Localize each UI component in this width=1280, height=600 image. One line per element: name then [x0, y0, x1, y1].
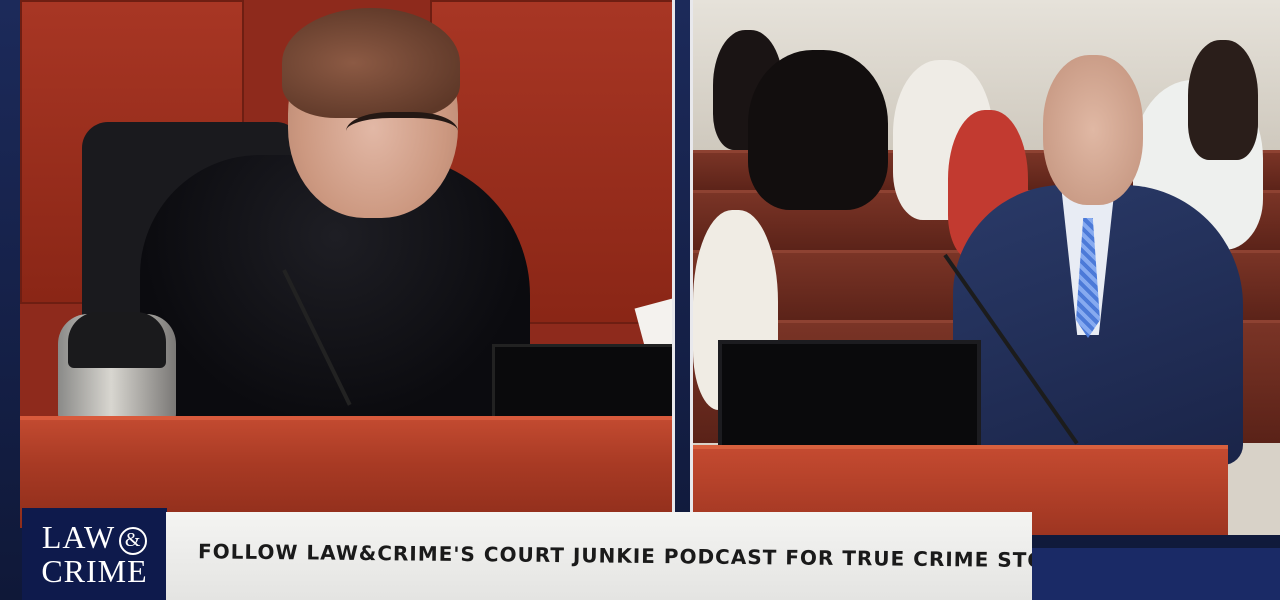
spectator: [748, 50, 888, 210]
ticker-text: FOLLOW LAW&CRIME'S COURT JUNKIE PODCAST …: [197, 539, 1101, 573]
ticker-banner: FOLLOW LAW&CRIME'S COURT JUNKIE PODCAST …: [166, 512, 1100, 600]
logo-word-crime: CRIME: [41, 552, 148, 589]
bench-monitor: [492, 344, 672, 426]
attorney-video-feed: [690, 0, 1280, 535]
logo-line-1: LAW &: [41, 519, 148, 556]
judge-video-feed: [20, 0, 675, 528]
pitcher-lid: [68, 312, 166, 368]
logo-word-law: LAW: [41, 519, 116, 556]
ticker-accent-bar: [1032, 548, 1280, 600]
law-and-crime-logo: LAW & CRIME: [22, 508, 167, 600]
judge-hair: [282, 8, 460, 118]
attorney-face: [1043, 55, 1143, 205]
logo-ampersand: &: [119, 526, 148, 555]
judge-glasses: [346, 112, 458, 160]
spectator: [1188, 40, 1258, 160]
